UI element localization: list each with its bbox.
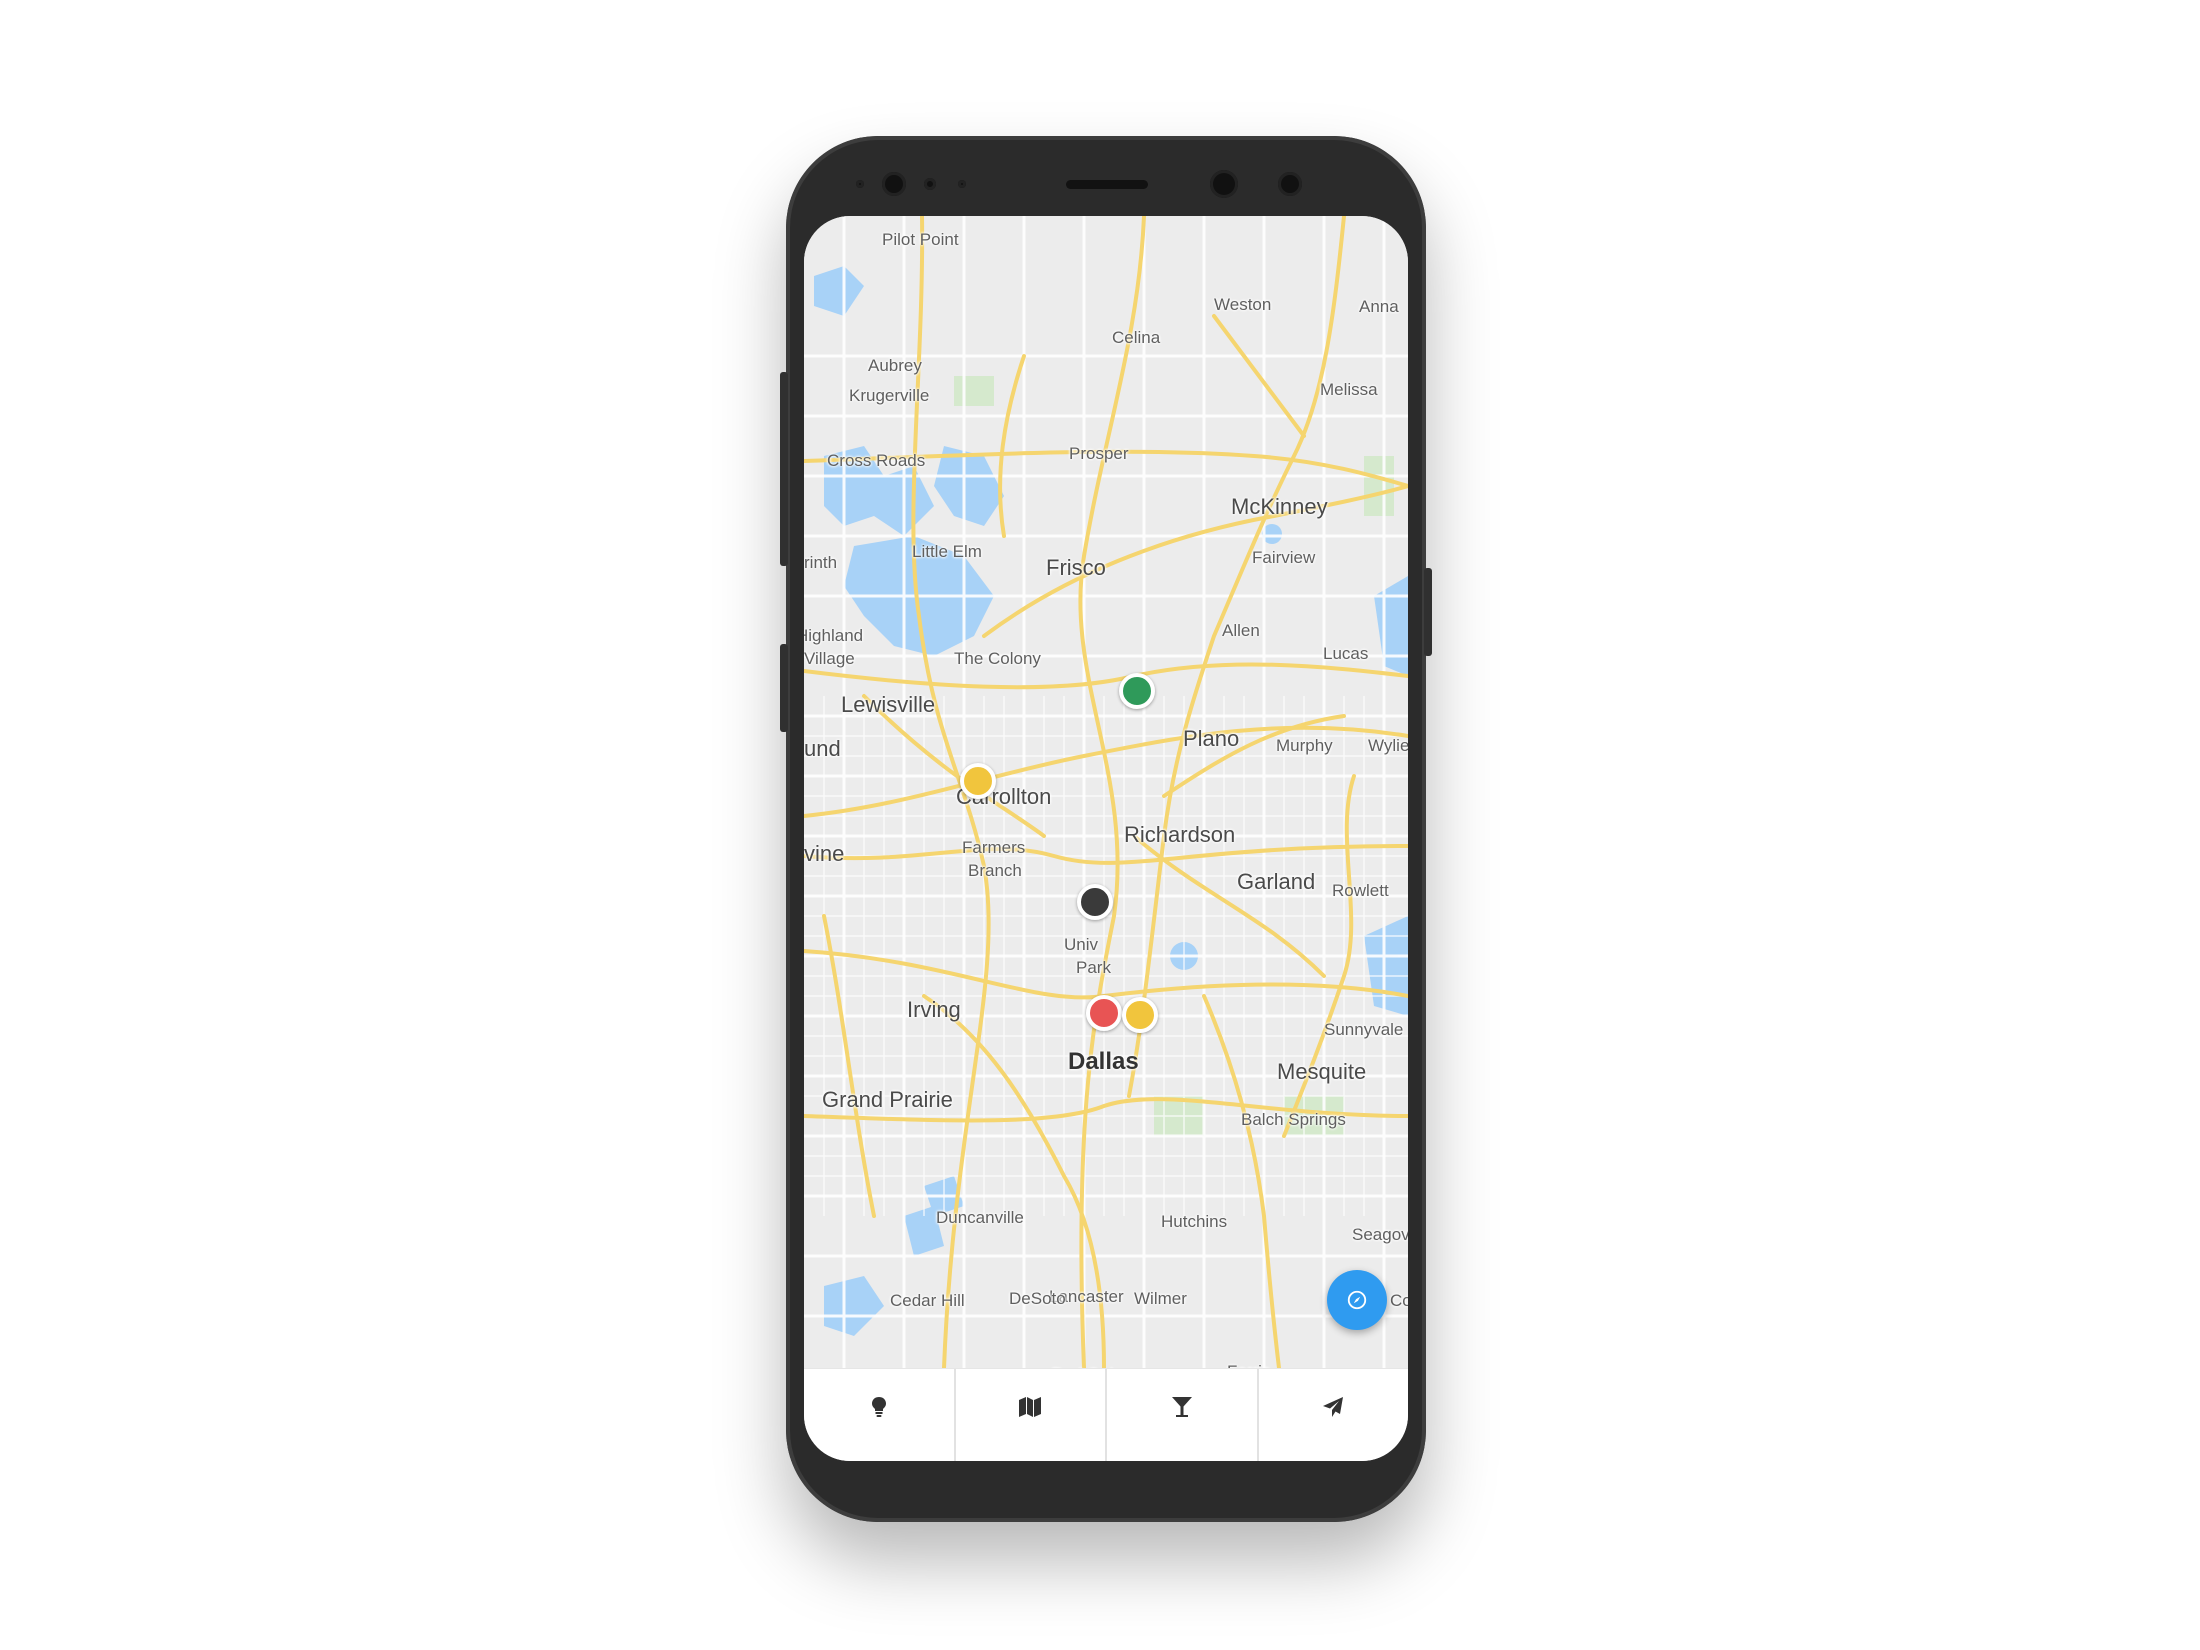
map-label: vine bbox=[804, 841, 845, 867]
bottom-tab-bar bbox=[804, 1368, 1408, 1461]
map-label: und bbox=[804, 735, 841, 761]
map-label: Celina bbox=[1112, 328, 1161, 348]
map-label: Plano bbox=[1183, 725, 1240, 751]
phone-frame: Pilot Point Weston Anna Celina Aubrey Krugerv… bbox=[780, 136, 1432, 1522]
map-label: Krugerville bbox=[849, 385, 930, 405]
map-label: Co bbox=[1390, 1290, 1408, 1310]
front-camera bbox=[1210, 170, 1238, 198]
front-sensor bbox=[924, 178, 936, 190]
map-label: Richardson bbox=[1124, 821, 1236, 847]
cocktail-icon bbox=[1171, 1396, 1192, 1417]
map-label: Frisco bbox=[1046, 554, 1106, 580]
map-label: Cross Roads bbox=[827, 450, 926, 470]
map-label: McKinney bbox=[1231, 494, 1328, 520]
map-label: Farmers bbox=[962, 838, 1026, 858]
map-label: Dallas bbox=[1068, 1047, 1139, 1075]
map-label: Wilmer bbox=[1134, 1289, 1187, 1309]
bixby-button bbox=[780, 644, 788, 732]
phone-screen: Pilot Point Weston Anna Celina Aubrey Krugerv… bbox=[804, 216, 1408, 1461]
map-label: Lucas bbox=[1323, 644, 1369, 664]
map-label: Hutchins bbox=[1161, 1212, 1228, 1232]
tab-bars[interactable] bbox=[1107, 1369, 1259, 1461]
map-label: Village bbox=[804, 648, 855, 668]
map-label: Mesquite bbox=[1277, 1058, 1367, 1084]
lightbulb-icon bbox=[871, 1396, 886, 1417]
tab-ideas[interactable] bbox=[804, 1369, 956, 1461]
map-label: Park bbox=[1076, 957, 1111, 977]
map-label: Cedar Hill bbox=[890, 1290, 965, 1310]
map-label: Wylie bbox=[1368, 735, 1408, 755]
map-label: Anna bbox=[1359, 297, 1399, 317]
locate-button[interactable] bbox=[1327, 1270, 1387, 1330]
front-sensor bbox=[958, 180, 966, 188]
map-icon bbox=[1019, 1396, 1042, 1417]
map-label: Lewisville bbox=[841, 692, 936, 718]
map-label: Murphy bbox=[1276, 735, 1333, 755]
map-label: Weston bbox=[1214, 294, 1272, 314]
map-label: Balch Springs bbox=[1241, 1109, 1346, 1129]
map-label: DeSoto bbox=[1009, 1289, 1066, 1309]
map-view[interactable]: Pilot Point Weston Anna Celina Aubrey Krugerv… bbox=[804, 216, 1408, 1384]
power-button bbox=[1424, 568, 1432, 656]
map-label: Branch bbox=[968, 860, 1022, 880]
tab-map[interactable] bbox=[956, 1369, 1107, 1461]
map-marker-red[interactable] bbox=[1086, 994, 1122, 1031]
map-label: Garland bbox=[1237, 869, 1316, 895]
map-marker-yellow[interactable] bbox=[960, 762, 996, 799]
map-label: Little Elm bbox=[912, 541, 982, 561]
map-label: Grand Prairie bbox=[822, 1087, 953, 1113]
map-label: Irving bbox=[907, 997, 961, 1023]
map-label: Fairview bbox=[1252, 547, 1316, 567]
map-label: Duncanville bbox=[936, 1207, 1024, 1227]
map-marker-dark[interactable] bbox=[1077, 883, 1113, 920]
map-label: Seagov bbox=[1352, 1224, 1408, 1244]
paper-plane-icon bbox=[1323, 1396, 1344, 1417]
map-label: Sunnyvale bbox=[1324, 1019, 1404, 1039]
volume-button bbox=[780, 372, 788, 566]
map-label: Univ bbox=[1064, 935, 1099, 955]
map-marker-green[interactable] bbox=[1119, 672, 1155, 709]
map-label: Rowlett bbox=[1332, 880, 1389, 900]
front-sensor bbox=[856, 180, 864, 188]
map-label: Melissa bbox=[1320, 380, 1378, 400]
iris-sensor bbox=[1278, 172, 1302, 196]
map-label: rinth bbox=[804, 553, 838, 573]
map-label: Highland bbox=[804, 626, 864, 646]
compass-icon bbox=[1347, 1290, 1367, 1310]
map-label: Pilot Point bbox=[882, 230, 959, 250]
map-label: Aubrey bbox=[868, 356, 922, 376]
tab-share[interactable] bbox=[1259, 1369, 1409, 1461]
front-sensor bbox=[882, 172, 906, 196]
map-label: Allen bbox=[1222, 620, 1260, 640]
earpiece-speaker bbox=[1066, 180, 1148, 189]
map-label: Prosper bbox=[1069, 443, 1129, 463]
map-label: The Colony bbox=[954, 648, 1041, 668]
